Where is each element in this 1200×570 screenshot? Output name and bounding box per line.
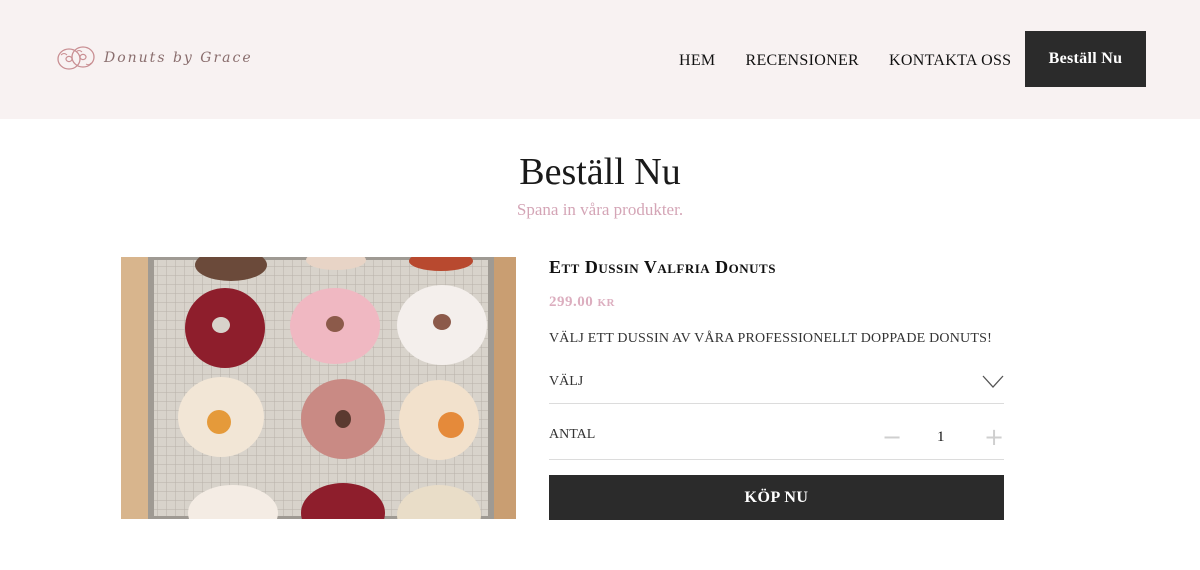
chevron-down-icon <box>982 375 1004 388</box>
site-header: Donuts by Grace HEM RECENSIONER KONTAKTA… <box>0 0 1200 119</box>
donut-logo-icon <box>57 46 95 70</box>
buy-now-button[interactable]: KÖP NU <box>549 475 1004 520</box>
page-title: Beställ Nu <box>519 151 681 193</box>
page-subtitle: Spana in våra produkter. <box>516 200 684 219</box>
quantity-label: ANTAL <box>549 427 596 442</box>
brand[interactable]: Donuts by Grace <box>56 42 253 74</box>
brand-name: Donuts by Grace <box>104 50 253 66</box>
nav-item-hem[interactable]: HEM <box>679 52 715 70</box>
product-price: 299.00 kr <box>549 294 615 310</box>
variant-select[interactable]: VÄLJ <box>549 361 1004 404</box>
donut-tray-image <box>121 257 516 519</box>
product-image <box>121 257 516 519</box>
main-nav: HEM RECENSIONER KONTAKTA OSS <box>679 52 1011 70</box>
quantity-row: ANTAL − 1 + <box>549 417 1004 460</box>
product-details: Ett Dussin Valfria Donuts 299.00 kr VÄLJ… <box>549 257 1004 520</box>
quantity-decrease-button[interactable]: − <box>881 422 903 452</box>
product-title: Ett Dussin Valfria Donuts <box>549 257 776 277</box>
quantity-value[interactable]: 1 <box>937 429 945 446</box>
quantity-increase-button[interactable]: + <box>983 422 1005 452</box>
product-description: VÄLJ ETT DUSSIN AV VÅRA PROFESSIONELLT D… <box>549 331 992 346</box>
nav-item-recensioner[interactable]: RECENSIONER <box>745 52 859 70</box>
nav-item-kontakta-oss[interactable]: KONTAKTA OSS <box>889 52 1011 70</box>
select-label: VÄLJ <box>549 374 584 389</box>
order-now-button[interactable]: Beställ Nu <box>1025 31 1146 87</box>
